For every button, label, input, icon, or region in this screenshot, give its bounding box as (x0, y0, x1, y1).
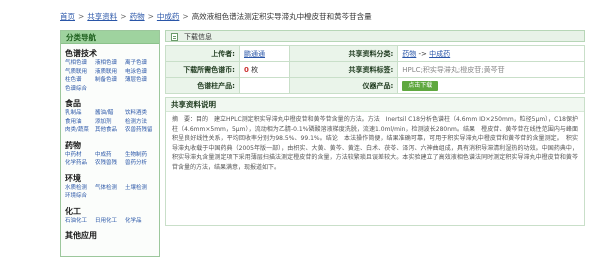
category-link-tcm[interactable]: 中成药 (429, 50, 450, 58)
keywords-value: HPLC;积实导滞丸;橙皮苷;黄芩苷 (402, 65, 505, 74)
sidebar-item[interactable]: 制备色谱 (95, 76, 125, 85)
description-text: 摘 要：目的 建立HPLC测定积实导滞丸中橙皮苷和黄芩苷含量的方法。方法 Ine… (172, 116, 578, 171)
sidebar-category-title[interactable]: 环境 (65, 173, 155, 184)
sidebar-item[interactable]: 薄层色谱 (125, 76, 155, 85)
sidebar-item[interactable]: 饮料酒类 (125, 109, 155, 118)
sidebar-category-items: 气相色谱 液相色谱 离子色谱气质联用 液质联用 电泳色谱柱色谱 制备色谱 薄层色谱色谱综合 (65, 59, 155, 93)
sidebar-item[interactable]: 石油化工 (65, 217, 95, 226)
sidebar-category-title[interactable]: 化工 (65, 206, 155, 217)
sidebar-item[interactable]: 兽药分析 (125, 159, 155, 168)
sidebar-category-items: 中药材 中成药 生物制药化学药品 农残兽残 兽药分析 (65, 151, 155, 168)
download-cost-value: 0 (244, 65, 249, 74)
sidebar-category: 其他应用 (61, 226, 159, 242)
breadcrumb-separator: > (120, 12, 127, 21)
sidebar-item[interactable]: 电泳色谱 (125, 68, 155, 77)
breadcrumb-shared[interactable]: 共享资料 (87, 12, 117, 21)
sidebar-category: 色谱技术 气相色谱 液相色谱 离子色谱气质联用 液质联用 电泳色谱柱色谱 制备色谱 薄层色谱色… (61, 44, 159, 94)
download-cost-label: 下载所需色谱币: (165, 61, 240, 78)
sidebar-category-items: 水质检测 气体检测 土壤检测环境综合 (65, 184, 155, 201)
download-info-title: 下载信息 (184, 33, 212, 41)
sidebar-item[interactable]: 其他食品 (95, 126, 125, 135)
breadcrumb-current: 高效液相色谱法测定积实导滞丸中橙皮苷和黄芩苷含量 (191, 12, 372, 21)
sidebar-item[interactable]: 柱色谱 (65, 76, 95, 85)
sidebar-item[interactable]: 中药材 (65, 151, 95, 160)
sidebar-category: 环境 水质检测 气体检测 土壤检测环境综合 (61, 169, 159, 202)
sidebar-item[interactable]: 中成药 (95, 151, 125, 160)
sidebar-item[interactable]: 肉类/蔬菜 (65, 126, 95, 135)
sidebar-item[interactable]: 食用油 (65, 118, 95, 127)
category-sidebar: 分类导航 色谱技术 气相色谱 液相色谱 离子色谱气质联用 液质联用 电泳色谱柱色谱 制备色谱… (60, 30, 160, 257)
sidebar-category: 食品 乳制品 酱油/醋 饮料酒类食用油 添加剂 检测方法肉类/蔬菜 其他食品 农兽药残留 (61, 94, 159, 136)
breadcrumb-separator: > (182, 12, 189, 21)
breadcrumb-separator: > (78, 12, 85, 21)
category-label: 共享资料分类: (289, 45, 399, 62)
sidebar-category-title[interactable]: 其他应用 (65, 230, 155, 241)
sidebar-item[interactable]: 酱油/醋 (95, 109, 125, 118)
category-link-drugs[interactable]: 药物 (402, 50, 416, 58)
breadcrumb-home[interactable]: 首页 (60, 12, 75, 21)
description-box: 共享资料说明 摘 要：目的 建立HPLC测定积实导滞丸中橙皮苷和黄芩苷含量的方法… (165, 97, 585, 226)
sidebar-category-items: 石油化工 日用化工 化学品 (65, 217, 155, 226)
sidebar-item[interactable]: 农残兽残 (95, 159, 125, 168)
breadcrumb-drugs[interactable]: 药物 (130, 12, 145, 21)
breadcrumb-tcm[interactable]: 中成药 (157, 12, 180, 21)
sidebar-item[interactable]: 土壤检测 (125, 184, 155, 193)
sidebar-item[interactable]: 乳制品 (65, 109, 95, 118)
download-cost-unit: 枚 (251, 65, 259, 74)
sidebar-item[interactable]: 检测方法 (125, 118, 155, 127)
sidebar-item[interactable]: 气质联用 (65, 68, 95, 77)
column-product-label: 色谱柱产品: (165, 77, 240, 94)
sidebar-category-items: 乳制品 酱油/醋 饮料酒类食用油 添加剂 检测方法肉类/蔬菜 其他食品 农兽药残留 (65, 109, 155, 135)
breadcrumb-separator: > (147, 12, 154, 21)
category-list: 色谱技术 气相色谱 液相色谱 离子色谱气质联用 液质联用 电泳色谱柱色谱 制备色谱 薄层色谱色… (61, 44, 159, 242)
category-separator: -> (416, 49, 430, 58)
sidebar-item[interactable]: 水质检测 (65, 184, 95, 193)
main-content: 下载信息 上传者: 鹏通通 共享资料分类: 药物 -> 中成药 下载所需色谱币:… (165, 30, 585, 257)
document-icon (171, 33, 178, 41)
sidebar-category: 化工 石油化工 日用化工 化学品 (61, 202, 159, 227)
sidebar-item[interactable]: 液质联用 (95, 68, 125, 77)
sidebar-category-title[interactable]: 食品 (65, 98, 155, 109)
sidebar-item[interactable]: 化学药品 (65, 159, 95, 168)
uploader-label: 上传者: (165, 45, 240, 62)
download-info-table: 上传者: 鹏通通 共享资料分类: 药物 -> 中成药 下载所需色谱币: 0 枚 … (165, 45, 585, 94)
keywords-label: 共享资料标签: (289, 61, 399, 78)
sidebar-item[interactable]: 添加剂 (95, 118, 125, 127)
uploader-link[interactable]: 鹏通通 (244, 50, 265, 58)
breadcrumb: 首页 > 共享资料 > 药物 > 中成药 > 高效液相色谱法测定积实导滞丸中橙皮苷和黄芩苷含量 (60, 11, 580, 23)
sidebar-item[interactable]: 化学品 (125, 217, 155, 226)
download-info-header: 下载信息 (165, 30, 585, 42)
instrument-product-label: 仪器产品: (289, 77, 399, 94)
sidebar-category-title[interactable]: 色谱技术 (65, 48, 155, 59)
description-title: 共享资料说明 (166, 98, 584, 112)
download-button[interactable]: 点击下载 (402, 80, 439, 91)
sidebar-category: 药物 中药材 中成药 生物制药化学药品 农残兽残 兽药分析 (61, 136, 159, 169)
sidebar-item[interactable]: 气相色谱 (65, 59, 95, 68)
sidebar-item[interactable]: 生物制药 (125, 151, 155, 160)
sidebar-item[interactable]: 农兽药残留 (125, 126, 155, 135)
sidebar-title: 分类导航 (61, 31, 159, 44)
sidebar-category-title[interactable]: 药物 (65, 140, 155, 151)
sidebar-item[interactable]: 离子色谱 (125, 59, 155, 68)
sidebar-item[interactable]: 气体检测 (95, 184, 125, 193)
sidebar-item[interactable]: 环境综合 (65, 192, 95, 201)
sidebar-item[interactable]: 日用化工 (95, 217, 125, 226)
sidebar-item[interactable]: 液相色谱 (95, 59, 125, 68)
sidebar-item[interactable]: 色谱综合 (65, 85, 95, 94)
